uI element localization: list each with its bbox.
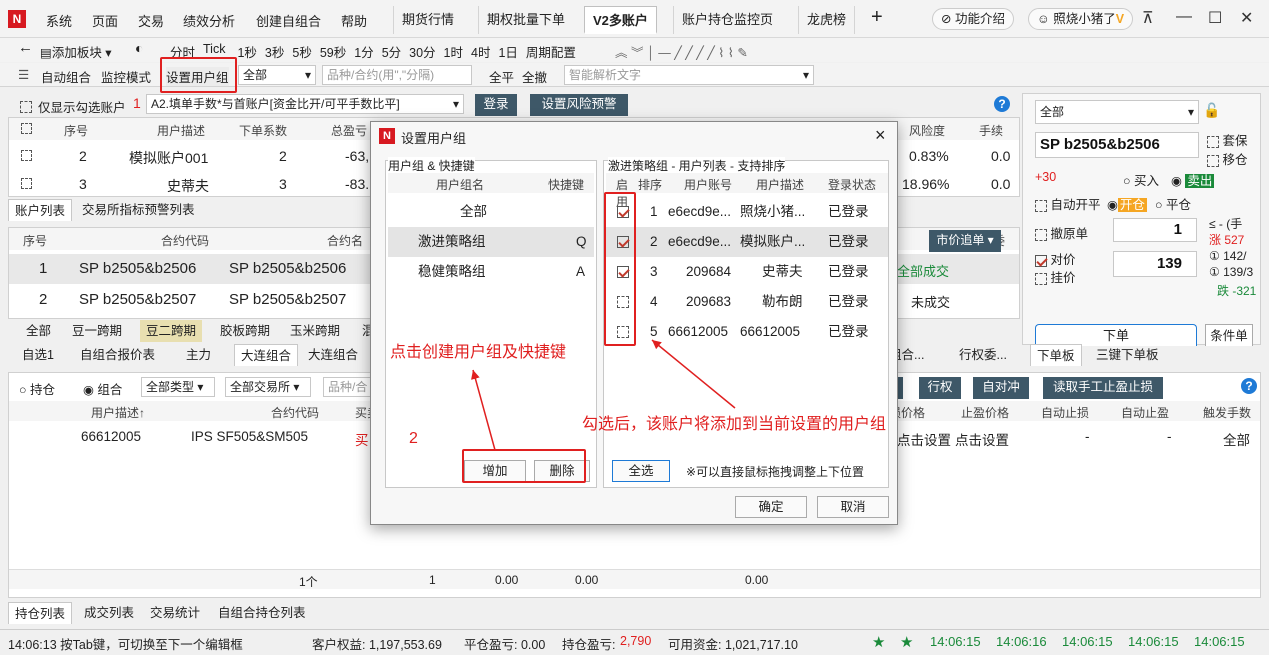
arrow-to-create-label [471, 369, 496, 451]
annotation-arrows [471, 339, 736, 451]
arrow-to-checkbox-column [651, 339, 736, 409]
